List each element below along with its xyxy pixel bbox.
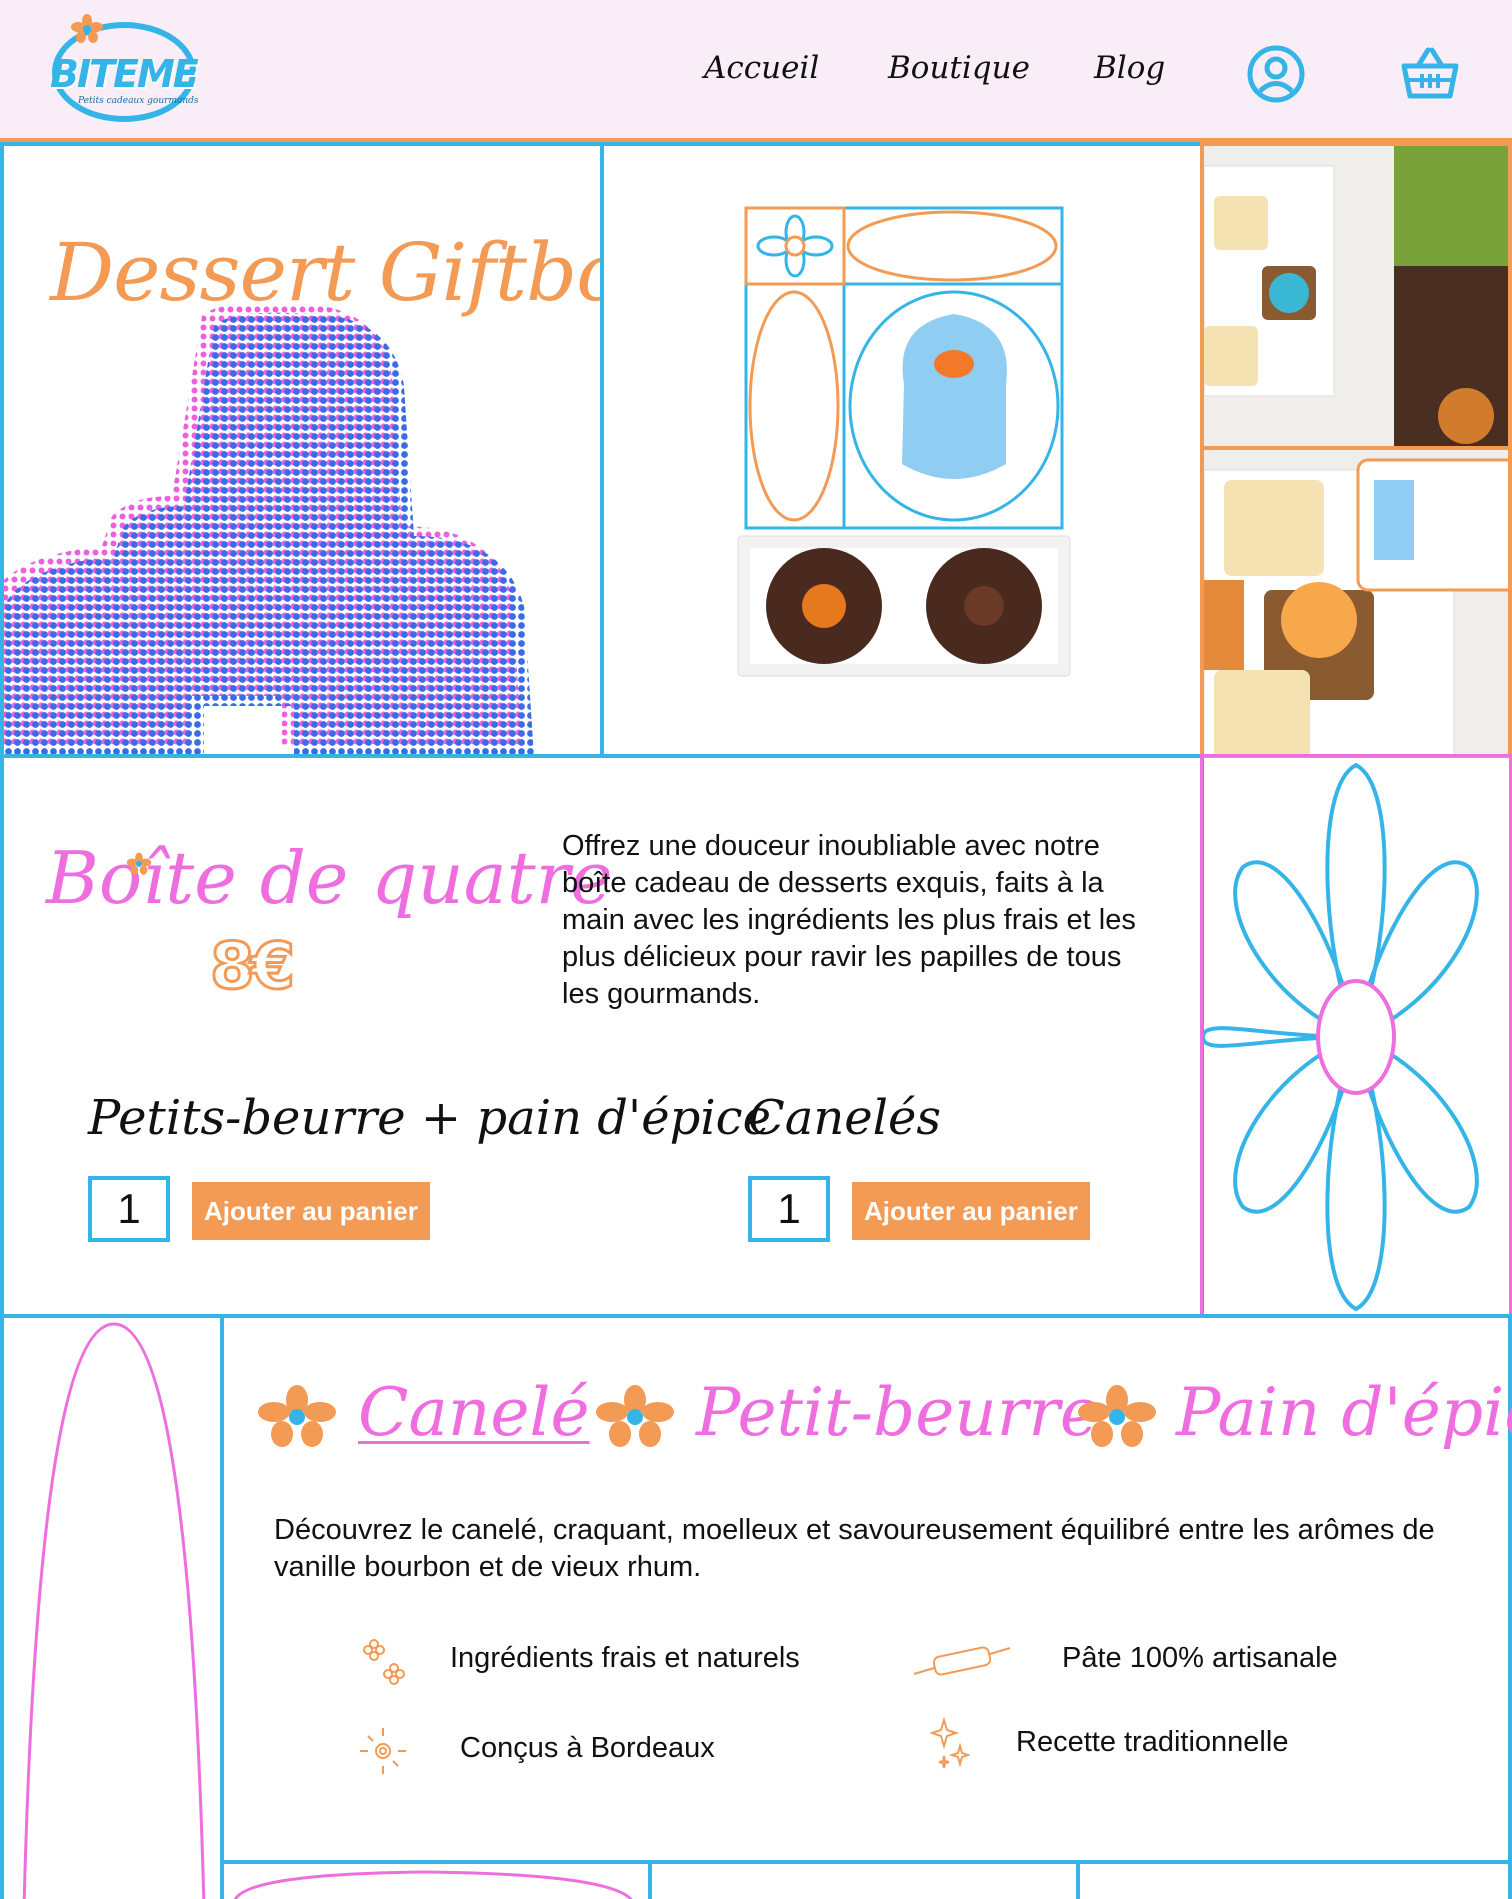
- giftbox-illustration: [737, 206, 1071, 677]
- sparkles-icon: [930, 1716, 970, 1769]
- tab-pain-depice[interactable]: Pain d'épice: [1176, 1374, 1512, 1451]
- account-icon[interactable]: [1246, 44, 1306, 104]
- tab-flower-icon-pain-depice: [1078, 1385, 1156, 1447]
- photo-box-bottom: [1200, 446, 1512, 758]
- feature-label-artisanale: Pâte 100% artisanale: [1062, 1642, 1338, 1674]
- logo-tagline: Petits cadeaux gourmands: [78, 96, 199, 106]
- info-description: Découvrez le canelé, craquant, moelleux …: [274, 1514, 1435, 1583]
- add-to-cart-button-petits-beurre[interactable]: Ajouter au panier: [192, 1182, 430, 1240]
- photo-box-top: [1200, 142, 1512, 450]
- logo-wordmark: BITEME: [50, 52, 199, 96]
- rolling-pin-icon: [913, 1646, 1011, 1676]
- bottom-card-2: [648, 1860, 1080, 1899]
- option-name-petits-beurre: Petits-beurre + pain d'épice: [88, 1090, 771, 1146]
- sun-icon: [360, 1728, 406, 1774]
- add-to-cart-button-caneles[interactable]: Ajouter au panier: [852, 1182, 1090, 1240]
- feature-label-recette: Recette traditionnelle: [1016, 1726, 1289, 1758]
- feature-label-bordeaux: Conçus à Bordeaux: [460, 1732, 715, 1764]
- side-deco-panel: [0, 1314, 224, 1899]
- flower-deco-panel: [1200, 754, 1512, 1318]
- tab-flower-icon-petit-beurre: [596, 1385, 674, 1447]
- flower-outline-graphic: [1200, 762, 1479, 1312]
- quantity-input-caneles[interactable]: 1: [748, 1176, 830, 1242]
- nav-accueil[interactable]: Accueil: [704, 50, 819, 86]
- site-header: BITEME Petits cadeaux gourmands Accueil …: [0, 0, 1512, 142]
- logo-flower-icon: [71, 14, 103, 43]
- cart-basket-icon[interactable]: [1400, 46, 1460, 102]
- pink-arch-graphic: [22, 1322, 206, 1899]
- hero-title-panel: Dessert Giftbox: [0, 142, 668, 758]
- bottom-card-3: [1076, 1860, 1512, 1899]
- giftbox-illustration-panel: [600, 142, 1204, 758]
- tab-flower-icon-canele: [258, 1385, 336, 1447]
- bottom-card-1: [220, 1860, 652, 1899]
- flowers-icon: [363, 1639, 405, 1685]
- quantity-input-petits-beurre[interactable]: 1: [88, 1176, 170, 1242]
- title-flower-icon: [126, 852, 152, 875]
- feature-label-ingredients: Ingrédients frais et naturels: [450, 1642, 800, 1674]
- nav-blog[interactable]: Blog: [1094, 50, 1165, 86]
- product-price: 8€: [208, 929, 296, 1006]
- option-name-caneles: Canelés: [748, 1090, 942, 1146]
- nav-boutique[interactable]: Boutique: [888, 50, 1030, 86]
- tab-canele[interactable]: Canelé: [358, 1374, 590, 1451]
- hero-title: Dessert Giftbox: [50, 226, 668, 319]
- brand-logo[interactable]: BITEME Petits cadeaux gourmands: [48, 14, 200, 130]
- product-description: Offrez une douceur inoubliable avec notr…: [562, 830, 1136, 1010]
- tab-petit-beurre[interactable]: Petit-beurre: [696, 1374, 1099, 1451]
- halftone-blob-graphic: [4, 306, 534, 756]
- product-title: Boîte de quatre: [46, 836, 613, 920]
